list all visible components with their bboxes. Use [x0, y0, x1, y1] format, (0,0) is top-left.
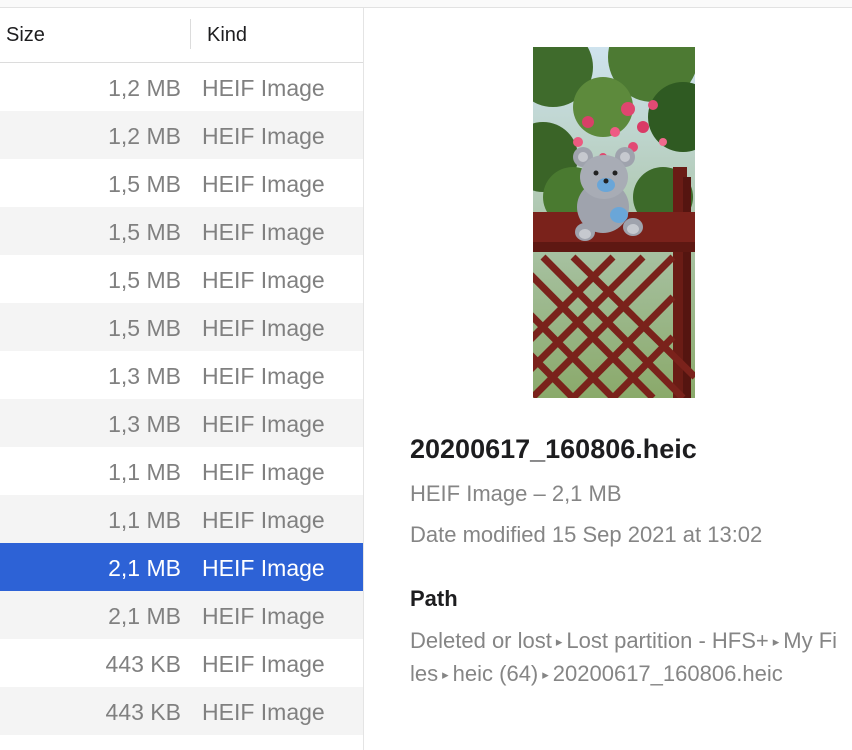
preview-pane: 20200617_160806.heic HEIF Image – 2,1 MB…	[365, 8, 852, 750]
preview-kind-size: HEIF Image – 2,1 MB	[410, 481, 622, 506]
row-kind: HEIF Image	[202, 651, 325, 677]
table-row[interactable]: 443 KB HEIF Image	[0, 687, 363, 735]
table-row[interactable]: 1,3 MB HEIF Image	[0, 399, 363, 447]
row-size: 443 KB	[105, 699, 181, 725]
row-size: 1,2 MB	[108, 123, 181, 149]
table-row[interactable]: 1,1 MB HEIF Image	[0, 447, 363, 495]
row-kind: HEIF Image	[202, 315, 325, 341]
preview-file-name: 20200617_160806.heic	[410, 434, 697, 464]
table-row[interactable]: 1,5 MB HEIF Image	[0, 207, 363, 255]
image-thumbnail[interactable]	[533, 47, 695, 398]
table-row[interactable]: 1,3 MB HEIF Image	[0, 351, 363, 399]
row-kind: HEIF Image	[202, 123, 325, 149]
path-segment[interactable]: 20200617_160806.heic	[553, 661, 783, 686]
path-title: Path	[410, 586, 458, 611]
path-breadcrumb: Deleted or lost ▸ Lost partition - HFS+ ▸ My…	[410, 625, 840, 691]
row-size: 1,3 MB	[108, 363, 181, 389]
table-row[interactable]: 443 KB HEIF Image	[0, 639, 363, 687]
path-segment[interactable]: Lost partition - HFS+	[566, 628, 768, 653]
row-size: 1,5 MB	[108, 171, 181, 197]
row-size: 443 KB	[105, 651, 181, 677]
table-row[interactable]: 1,2 MB HEIF Image	[0, 63, 363, 111]
row-kind: HEIF Image	[202, 555, 325, 581]
file-list-pane[interactable]: Size Kind 1,2 MB HEIF Image 1,2 MB HEIF Ima…	[0, 8, 364, 750]
row-size: 2,1 MB	[108, 603, 181, 629]
row-size: 1,1 MB	[108, 459, 181, 485]
table-row[interactable]: 1,5 MB HEIF Image	[0, 303, 363, 351]
row-kind: HEIF Image	[202, 699, 325, 725]
row-kind: HEIF Image	[202, 603, 325, 629]
file-rows: 1,2 MB HEIF Image 1,2 MB HEIF Image 1,5 MB HE…	[0, 63, 363, 735]
row-size: 1,1 MB	[108, 507, 181, 533]
column-divider[interactable]	[190, 19, 191, 49]
row-size: 1,5 MB	[108, 267, 181, 293]
row-size: 1,2 MB	[108, 75, 181, 101]
row-size: 2,1 MB	[108, 555, 181, 581]
row-kind: HEIF Image	[202, 267, 325, 293]
row-kind: HEIF Image	[202, 75, 325, 101]
row-kind: HEIF Image	[202, 219, 325, 245]
path-separator-icon: ▸	[555, 634, 563, 650]
date-label: Date modified	[410, 522, 546, 547]
date-value: 15 Sep 2021 at 13:02	[551, 522, 763, 547]
row-kind: HEIF Image	[202, 411, 325, 437]
table-row[interactable]: 2,1 MB HEIF Image	[0, 591, 363, 639]
path-segment[interactable]: Deleted or lost	[410, 628, 552, 653]
row-kind: HEIF Image	[202, 171, 325, 197]
file-browser-window: Size Kind 1,2 MB HEIF Image 1,2 MB HEIF Ima…	[0, 0, 852, 750]
row-size: 1,5 MB	[108, 315, 181, 341]
path-separator-icon: ▸	[442, 667, 449, 683]
row-kind: HEIF Image	[202, 363, 325, 389]
path-segment[interactable]: heic (64)	[453, 661, 539, 686]
list-header: Size Kind	[0, 8, 363, 63]
row-kind: HEIF Image	[202, 507, 325, 533]
table-row[interactable]: 2,1 MB HEIF Image	[0, 543, 363, 591]
toolbar-edge	[0, 0, 852, 8]
column-header-size[interactable]: Size	[6, 24, 45, 47]
table-row[interactable]: 1,2 MB HEIF Image	[0, 111, 363, 159]
path-separator-icon: ▸	[772, 634, 780, 650]
teddy-photo-icon	[533, 47, 695, 398]
row-size: 1,3 MB	[108, 411, 181, 437]
table-row[interactable]: 1,5 MB HEIF Image	[0, 159, 363, 207]
column-header-kind[interactable]: Kind	[207, 24, 247, 47]
table-row[interactable]: 1,1 MB HEIF Image	[0, 495, 363, 543]
path-separator-icon: ▸	[542, 667, 549, 683]
row-size: 1,5 MB	[108, 219, 181, 245]
preview-date-modified: Date modified 15 Sep 2021 at 13:02	[410, 522, 762, 548]
row-kind: HEIF Image	[202, 459, 325, 485]
table-row[interactable]: 1,5 MB HEIF Image	[0, 255, 363, 303]
